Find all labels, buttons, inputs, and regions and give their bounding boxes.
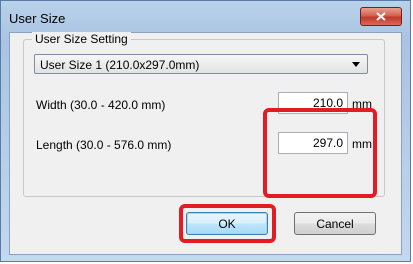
width-label: Width (30.0 - 420.0 mm) bbox=[36, 98, 166, 112]
user-size-select-value: User Size 1 (210.0x297.0mm) bbox=[40, 58, 200, 72]
user-size-select[interactable]: User Size 1 (210.0x297.0mm) bbox=[34, 54, 368, 74]
group-label: User Size Setting bbox=[32, 32, 131, 46]
dialog-title: User Size bbox=[9, 11, 66, 26]
ok-highlight-box bbox=[179, 204, 276, 243]
cancel-button[interactable]: Cancel bbox=[294, 212, 376, 235]
fields-highlight-box bbox=[263, 108, 377, 198]
close-icon bbox=[376, 12, 386, 21]
length-label: Length (30.0 - 576.0 mm) bbox=[36, 138, 172, 152]
user-size-dialog: User Size User Size Setting User Size 1 … bbox=[0, 0, 411, 262]
close-button[interactable] bbox=[360, 7, 402, 26]
dropdown-arrow-icon[interactable] bbox=[352, 62, 360, 67]
